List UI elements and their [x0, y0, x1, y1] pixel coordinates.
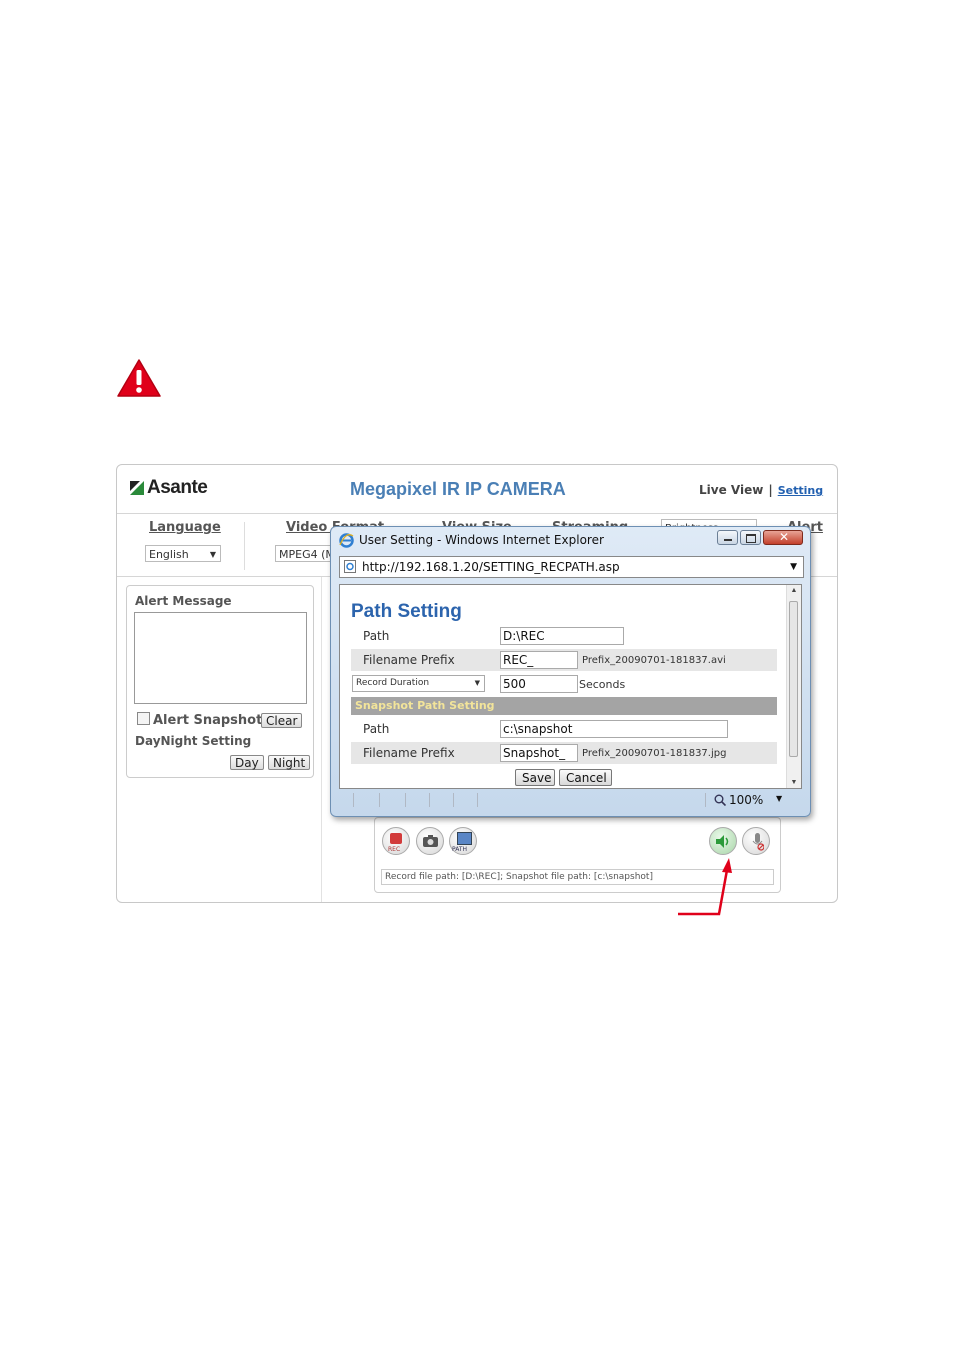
- microphone-icon: [752, 833, 764, 851]
- maximize-icon: [746, 534, 756, 543]
- snapshot-section-header: Snapshot Path Setting: [351, 697, 777, 715]
- language-select-value: English: [149, 548, 189, 561]
- path-label: PATH: [452, 846, 468, 853]
- snapshot-prefix-input[interactable]: Snapshot_: [500, 744, 578, 762]
- record-button[interactable]: REC: [382, 827, 410, 855]
- alert-message-box[interactable]: [134, 612, 307, 704]
- zoom-level[interactable]: 100%: [729, 793, 763, 807]
- snapshot-path-row: Path c:\snapshot: [351, 718, 777, 740]
- chevron-down-icon[interactable]: ▼: [790, 557, 797, 577]
- window-title: User Setting - Windows Internet Explorer: [359, 533, 604, 547]
- record-prefix-example: Prefix_20090701-181837.avi: [582, 655, 726, 666]
- annotation-arrow: [678, 858, 732, 916]
- user-setting-window: User Setting - Windows Internet Explorer…: [330, 526, 811, 817]
- speaker-icon: [716, 835, 729, 848]
- clear-button[interactable]: Clear: [261, 713, 303, 728]
- page-divider: [321, 577, 322, 902]
- warning-icon: [117, 359, 161, 397]
- status-divider: [705, 793, 706, 807]
- alert-snapshot-checkbox[interactable]: [137, 712, 150, 725]
- asante-logo: Asante: [147, 477, 208, 498]
- chevron-down-icon[interactable]: ▼: [776, 794, 782, 803]
- status-divider: [453, 793, 454, 807]
- night-button[interactable]: Night: [268, 755, 311, 770]
- snapshot-prefix-example: Prefix_20090701-181837.jpg: [582, 748, 727, 759]
- address-bar[interactable]: http://192.168.1.20/SETTING_RECPATH.asp …: [339, 556, 804, 578]
- address-url: http://192.168.1.20/SETTING_RECPATH.asp: [362, 560, 620, 574]
- record-duration-row: Record Duration ▼ 500 Seconds: [351, 673, 777, 695]
- live-view-link[interactable]: Live View: [699, 483, 763, 497]
- language-label[interactable]: Language: [149, 520, 221, 535]
- status-divider: [477, 793, 478, 807]
- path-setting-page: ▲ ▼ Path Setting Path D:\REC Filename Pr…: [339, 584, 802, 789]
- snapshot-prefix-label: Filename Prefix: [363, 746, 455, 760]
- snapshot-path-input[interactable]: c:\snapshot: [500, 720, 728, 738]
- record-prefix-row: Filename Prefix REC_ Prefix_20090701-181…: [351, 649, 777, 671]
- scroll-down-icon[interactable]: ▼: [787, 779, 801, 786]
- day-button[interactable]: Day: [230, 755, 264, 770]
- rec-label: REC: [388, 846, 401, 853]
- snapshot-path-label: Path: [363, 722, 390, 736]
- snapshot-prefix-row: Filename Prefix Snapshot_ Prefix_2009070…: [351, 742, 777, 764]
- status-divider: [353, 793, 354, 807]
- record-prefix-input[interactable]: REC_: [500, 651, 578, 669]
- scrollbar-thumb[interactable]: [789, 601, 798, 757]
- status-divider: [405, 793, 406, 807]
- alert-message-label: Alert Message: [135, 594, 232, 608]
- speaker-button[interactable]: [709, 827, 737, 855]
- scroll-up-icon[interactable]: ▲: [787, 587, 801, 594]
- alert-snapshot-label: Alert Snapshot: [153, 713, 263, 728]
- vertical-scrollbar[interactable]: ▲ ▼: [786, 585, 801, 788]
- page-icon: [344, 560, 356, 573]
- close-button[interactable]: ✕: [763, 530, 803, 545]
- maximize-button[interactable]: [740, 530, 761, 545]
- record-duration-select-value: Record Duration: [356, 678, 430, 688]
- microphone-button[interactable]: [742, 827, 770, 855]
- monitor-icon: [457, 832, 472, 845]
- record-icon: [390, 833, 402, 844]
- alert-panel: Alert Message Alert Snapshot Clear DayNi…: [126, 585, 314, 778]
- alert-snapshot-row: Alert Snapshot: [137, 712, 262, 728]
- chevron-down-icon: ▼: [474, 679, 480, 687]
- asante-logo-icon: [130, 481, 144, 495]
- top-nav: Live View | Setting: [699, 483, 823, 497]
- record-prefix-label: Filename Prefix: [363, 653, 455, 667]
- internet-explorer-icon: [339, 533, 354, 548]
- status-divider: [379, 793, 380, 807]
- cancel-button[interactable]: Cancel: [559, 769, 612, 786]
- record-duration-select[interactable]: Record Duration ▼: [352, 675, 485, 692]
- chevron-down-icon: ▼: [209, 550, 216, 559]
- record-path-label: Path: [363, 629, 390, 643]
- nav-separator: |: [768, 483, 773, 497]
- daynight-label: DayNight Setting: [135, 734, 252, 748]
- status-divider: [429, 793, 430, 807]
- path-setting-heading: Path Setting: [351, 601, 462, 622]
- browser-status-bar: 100% ▼: [339, 791, 802, 811]
- toolbar-divider: [244, 522, 245, 570]
- minimize-button[interactable]: [717, 530, 738, 545]
- camera-title: Megapixel IR IP CAMERA: [350, 479, 566, 499]
- camera-icon: [423, 835, 438, 847]
- close-icon: ✕: [779, 530, 790, 544]
- minimize-icon: [724, 539, 732, 541]
- record-duration-input[interactable]: 500: [500, 675, 578, 693]
- language-select[interactable]: English ▼: [145, 545, 221, 562]
- record-path-input[interactable]: D:\REC: [500, 627, 624, 645]
- camera-header: Asante Megapixel IR IP CAMERA Live View |…: [117, 465, 837, 514]
- setting-link[interactable]: Setting: [778, 484, 823, 497]
- snapshot-button[interactable]: [416, 827, 444, 855]
- record-path-row: Path D:\REC: [351, 625, 777, 647]
- path-button[interactable]: PATH: [449, 827, 477, 855]
- save-button[interactable]: Save: [515, 769, 555, 786]
- video-format-select-value: MPEG4 (M: [279, 548, 335, 561]
- zoom-icon: [714, 794, 726, 806]
- duration-unit: Seconds: [579, 678, 626, 691]
